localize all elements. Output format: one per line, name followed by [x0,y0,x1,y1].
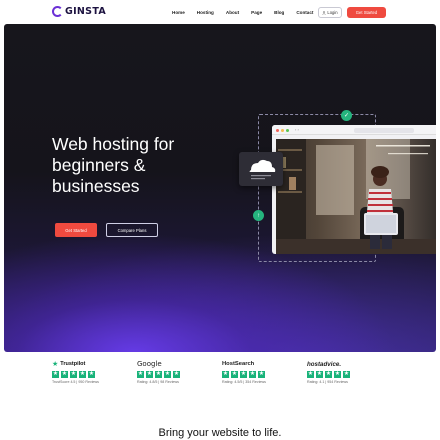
star-icon [316,371,323,378]
menu-item-contact[interactable]: Contact [296,10,313,15]
photo-illustration [276,139,436,254]
logo[interactable]: GINSTA [52,6,106,17]
get-started-nav-button[interactable]: Get Started [347,7,386,18]
star-icon [343,371,350,378]
star-icon [155,371,162,378]
star-icon [307,371,314,378]
section-heading: Bring your website to life. [158,427,282,439]
review-trustpilot: ★ Trustpilot TrustScore 4.5 | 950 Review… [52,360,122,384]
star-icon [325,371,332,378]
review-brand: hostadvice. [307,360,342,368]
review-caption: Rating: 4.8/5 | 98 Reviews [137,380,179,384]
star-icon [258,371,265,378]
review-brand: Trustpilot [60,361,86,367]
star-icon [164,371,171,378]
menu-item-blog[interactable]: Blog [274,10,284,15]
browser-nav-icon: ‹ › [295,127,299,132]
star-icon [240,371,247,378]
login-button[interactable]: Login [318,7,342,18]
get-started-button[interactable]: Get Started [55,223,97,237]
hero-photo [276,139,436,254]
review-hostadvice: hostadvice. Rating: 4.1 | 954 Reviews [307,360,377,384]
review-stars [222,371,292,378]
star-icon [249,371,256,378]
cloud-widget [239,152,283,186]
top-navigation: GINSTA Home Hosting About Page Blog Cont… [0,0,440,24]
browser-url-bar [354,127,414,133]
menu-item-about[interactable]: About [226,10,239,15]
menu-item-hosting[interactable]: Hosting [197,10,214,15]
review-hostsearch: HostSearch Rating: 4.5/5 | 354 Reviews [222,360,292,384]
review-stars [52,371,122,378]
star-icon [88,371,95,378]
check-badge-icon: ✓ [341,110,352,121]
star-icon [222,371,229,378]
star-icon [79,371,86,378]
star-icon [52,371,59,378]
menu-item-page[interactable]: Page [251,10,262,15]
star-icon [173,371,180,378]
window-close-dot [276,128,279,132]
logo-icon [52,6,63,17]
hero-title: Web hosting for beginners & businesses [52,134,175,196]
browser-mockup: ‹ › [272,125,436,254]
star-icon [146,371,153,378]
window-minimize-dot [281,128,284,132]
upload-badge-icon: ↑ [253,210,264,221]
star-icon [137,371,144,378]
logo-text: GINSTA [65,6,107,17]
star-icon [334,371,341,378]
trustpilot-star-icon: ★ [52,360,59,368]
window-maximize-dot [286,128,289,132]
review-caption: Rating: 4.1 | 954 Reviews [307,380,348,384]
review-caption: TrustScore 4.5 | 950 Reviews [52,380,99,384]
star-icon [70,371,77,378]
user-icon [322,10,327,15]
review-stars [137,371,207,378]
cloud-icon [249,159,276,180]
review-caption: Rating: 4.5/5 | 354 Reviews [222,380,266,384]
browser-toolbar: ‹ › [272,125,436,135]
compare-plans-button[interactable]: Compare Plans [106,223,158,237]
review-brand: HostSearch [222,361,255,367]
star-icon [61,371,68,378]
review-stars [307,371,377,378]
menu-item-home[interactable]: Home [172,10,185,15]
review-brand: Google [137,360,162,368]
hero-section: Web hosting for beginners & businesses G… [4,24,436,352]
star-icon [231,371,238,378]
login-label: Login [327,10,338,15]
review-google: Google Rating: 4.8/5 | 98 Reviews [137,360,207,384]
main-menu: Home Hosting About Page Blog Contact [172,10,325,15]
